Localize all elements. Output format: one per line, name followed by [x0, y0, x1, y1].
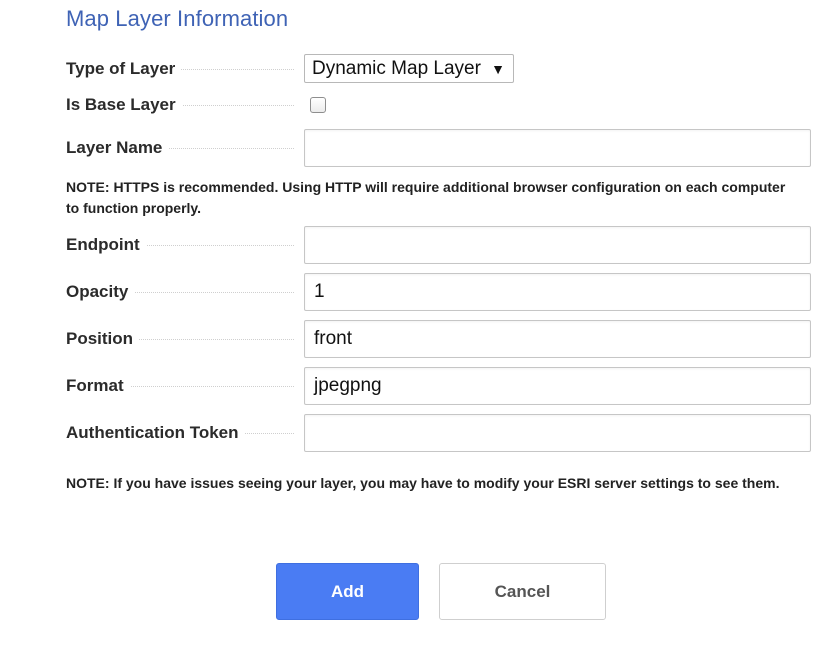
layer-name-row: Layer Name [66, 129, 811, 167]
format-input[interactable]: jpegpng [304, 367, 811, 405]
position-input[interactable]: front [304, 320, 811, 358]
map-layer-form: Map Layer Information Type of Layer Dyna… [0, 0, 827, 647]
add-button[interactable]: Add [276, 563, 419, 620]
https-note: NOTE: HTTPS is recommended. Using HTTP w… [66, 179, 786, 216]
endpoint-input[interactable] [304, 226, 811, 264]
opacity-row: Opacity 1 [66, 273, 811, 311]
layer-name-label: Layer Name [66, 138, 169, 158]
is-base-layer-label: Is Base Layer [66, 95, 182, 115]
endpoint-label: Endpoint [66, 235, 146, 255]
opacity-label: Opacity [66, 282, 135, 302]
is-base-layer-row: Is Base Layer [66, 92, 811, 118]
dropdown-caret-icon: ▼ [491, 60, 505, 77]
format-label: Format [66, 376, 130, 396]
type-of-layer-selected: Dynamic Map Layer [312, 57, 481, 79]
cancel-button[interactable]: Cancel [439, 563, 606, 620]
esri-note: NOTE: If you have issues seeing your lay… [66, 475, 780, 491]
position-row: Position front [66, 320, 811, 358]
type-of-layer-row: Type of Layer Dynamic Map Layer ▼ [66, 54, 811, 83]
position-label: Position [66, 329, 140, 349]
page-title: Map Layer Information [66, 6, 289, 31]
endpoint-row: Endpoint [66, 226, 811, 264]
layer-name-input[interactable] [304, 129, 811, 167]
authentication-token-input[interactable] [304, 414, 811, 452]
is-base-layer-checkbox[interactable] [310, 97, 326, 113]
opacity-input[interactable]: 1 [304, 273, 811, 311]
format-row: Format jpegpng [66, 367, 811, 405]
authentication-token-label: Authentication Token [66, 423, 245, 443]
type-of-layer-label: Type of Layer [66, 58, 182, 79]
type-of-layer-select[interactable]: Dynamic Map Layer ▼ [304, 54, 514, 83]
authentication-token-row: Authentication Token [66, 414, 811, 452]
